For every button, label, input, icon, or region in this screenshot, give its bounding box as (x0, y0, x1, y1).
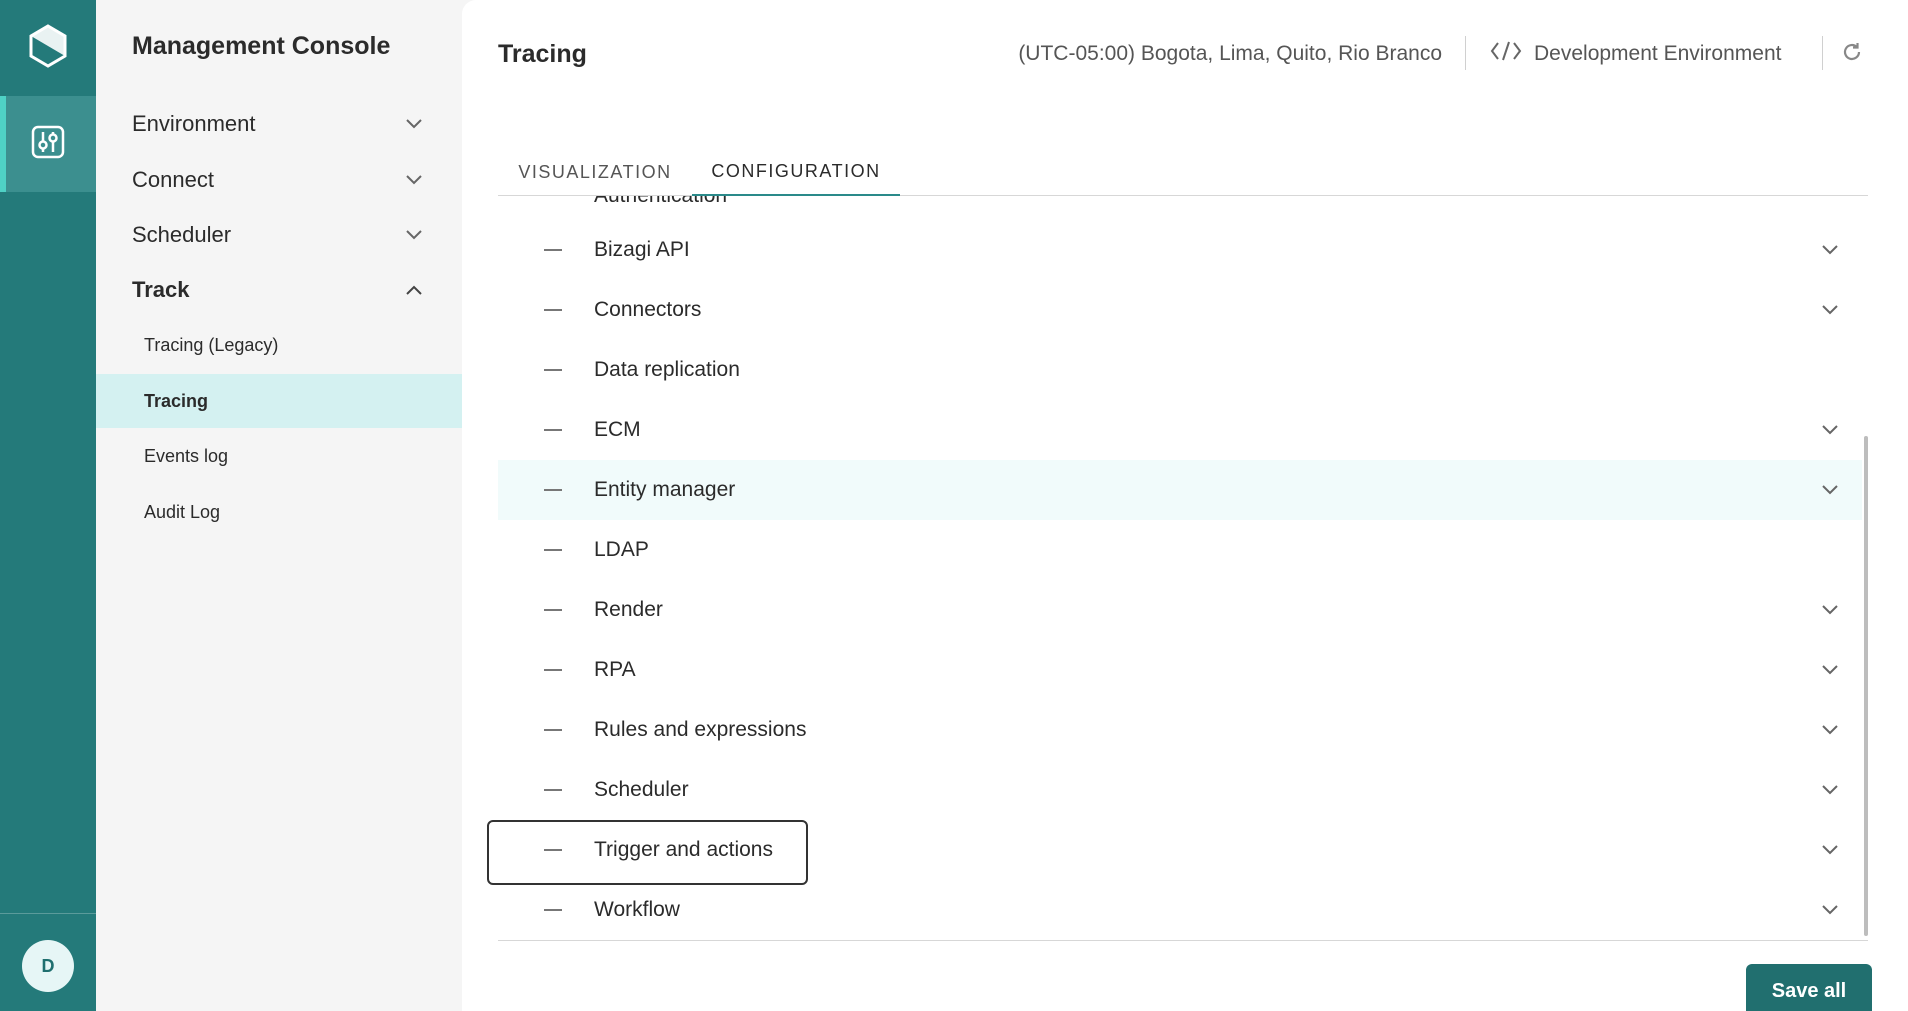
tab-configuration[interactable]: CONFIGURATION (692, 148, 900, 196)
list-item-scheduler[interactable]: Scheduler (498, 760, 1862, 820)
sidebar-group-track[interactable]: Track (96, 264, 462, 316)
bizagi-logo-icon (28, 23, 68, 73)
sidebar-item-events-log[interactable]: Events log (96, 429, 462, 483)
timezone-label: (UTC-05:00) Bogota, Lima, Quito, Rio Bra… (1018, 42, 1442, 65)
collapse-dash-icon (544, 429, 562, 431)
rail-divider (0, 913, 96, 914)
list-item-render[interactable]: Render (498, 580, 1862, 640)
active-indicator (0, 96, 6, 192)
list-item-rules-and-expressions[interactable]: Rules and expressions (498, 700, 1862, 760)
chevron-down-icon[interactable] (1820, 600, 1840, 620)
sidebar-group-connect[interactable]: Connect (96, 154, 462, 206)
sidebar-group-scheduler[interactable]: Scheduler (96, 209, 462, 261)
list-item-label: Rules and expressions (594, 718, 807, 741)
sidebar-group-label: Track (132, 277, 190, 302)
list-item-workflow[interactable]: Workflow (498, 880, 1862, 940)
sidebar-item-audit-log[interactable]: Audit Log (96, 485, 462, 539)
list-item-entity-manager[interactable]: Entity manager (498, 460, 1862, 520)
collapse-dash-icon (544, 249, 562, 251)
chevron-down-icon[interactable] (1820, 840, 1840, 860)
scrollbar-thumb[interactable] (1864, 436, 1868, 936)
collapse-dash-icon (544, 849, 562, 851)
chevron-down-icon[interactable] (1820, 780, 1840, 800)
page-title: Tracing (498, 40, 587, 68)
sidebar-item-tracing[interactable]: Tracing (96, 374, 462, 428)
collapse-dash-icon (544, 369, 562, 371)
tab-visualization[interactable]: VISUALIZATION (498, 148, 692, 196)
list-item-ldap[interactable]: LDAP (498, 520, 1862, 580)
list-item-label: Workflow (594, 898, 680, 921)
chevron-down-icon[interactable] (1820, 240, 1840, 260)
sidebar-group-label: Environment (132, 111, 256, 136)
sidebar: Management Console Environment Connect S… (96, 0, 462, 1011)
list-item-label: Connectors (594, 298, 702, 321)
refresh-button[interactable] (1838, 40, 1866, 68)
list-item-ecm[interactable]: ECM (498, 400, 1862, 460)
header-divider (1822, 36, 1823, 70)
chevron-up-icon (404, 280, 424, 300)
environment-indicator: Development Environment (1490, 40, 1781, 68)
list-item-label-partial: Authentication (594, 196, 727, 208)
list-item-label: Scheduler (594, 778, 689, 801)
list-item-rpa[interactable]: RPA (498, 640, 1862, 700)
collapse-dash-icon (544, 669, 562, 671)
collapse-dash-icon (544, 789, 562, 791)
list-item-label: RPA (594, 658, 636, 681)
refresh-icon (1840, 40, 1864, 69)
chevron-down-icon[interactable] (1820, 420, 1840, 440)
chevron-down-icon[interactable] (1820, 660, 1840, 680)
tab-bar: VISUALIZATION CONFIGURATION (498, 148, 1868, 196)
sidebar-group-environment[interactable]: Environment (96, 98, 462, 150)
list-item-connectors[interactable]: Connectors (498, 280, 1862, 340)
list-item-label: Data replication (594, 358, 740, 381)
header-divider (1465, 36, 1466, 70)
chevron-down-icon[interactable] (1820, 300, 1840, 320)
sidebar-item-tracing-legacy[interactable]: Tracing (Legacy) (96, 318, 462, 372)
rail-item-console[interactable] (0, 96, 96, 192)
collapse-dash-icon (544, 549, 562, 551)
app-rail: D (0, 0, 96, 1011)
list-item-label: Bizagi API (594, 238, 690, 261)
code-icon (1490, 40, 1522, 68)
main-panel: Tracing (UTC-05:00) Bogota, Lima, Quito,… (462, 0, 1908, 1011)
list-item-bizagi-api[interactable]: Bizagi API (498, 220, 1862, 280)
collapse-dash-icon (544, 489, 562, 491)
list-scrollbar[interactable] (1864, 196, 1872, 941)
list-item-trigger-and-actions[interactable]: Trigger and actions (498, 820, 1862, 880)
sidebar-group-label: Connect (132, 167, 214, 192)
sidebar-title: Management Console (132, 32, 391, 60)
list-item-label: Entity manager (594, 478, 736, 501)
list-item-data-replication[interactable]: Data replication (498, 340, 1862, 400)
chevron-down-icon (404, 225, 424, 245)
sliders-icon (31, 125, 65, 164)
sidebar-group-label: Scheduler (132, 222, 232, 247)
collapse-dash-icon (544, 609, 562, 611)
tracing-config-list: Authentication Bizagi API Connectors Dat… (498, 196, 1868, 941)
chevron-down-icon[interactable] (1820, 720, 1840, 740)
avatar[interactable]: D (22, 940, 74, 992)
collapse-dash-icon (544, 909, 562, 911)
list-item-label: Trigger and actions (594, 838, 773, 861)
list-item-label: ECM (594, 418, 641, 441)
chevron-down-icon[interactable] (1820, 480, 1840, 500)
save-all-button[interactable]: Save all (1746, 964, 1872, 1011)
chevron-down-icon (404, 114, 424, 134)
chevron-down-icon[interactable] (1820, 900, 1840, 920)
list-item-label: Render (594, 598, 663, 621)
collapse-dash-icon (544, 729, 562, 731)
logo[interactable] (0, 0, 96, 96)
list-item-label: LDAP (594, 538, 649, 561)
environment-label: Development Environment (1534, 42, 1782, 65)
chevron-down-icon (404, 170, 424, 190)
collapse-dash-icon (544, 309, 562, 311)
